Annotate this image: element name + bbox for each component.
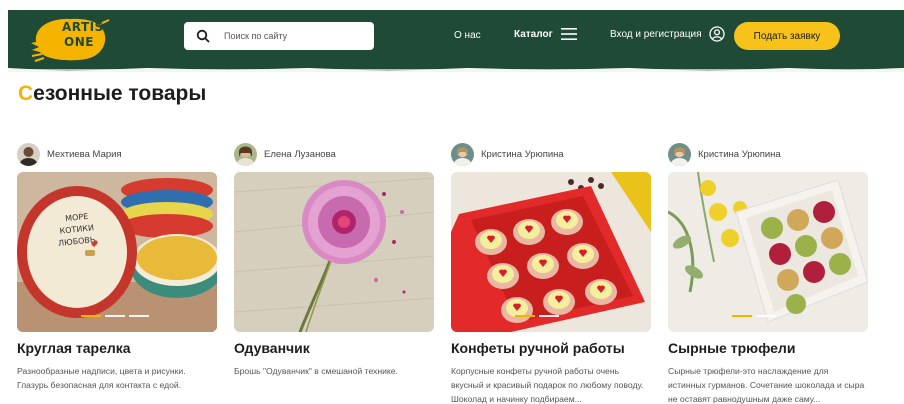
header-torn-edge bbox=[8, 66, 904, 72]
product-title[interactable]: Конфеты ручной работы bbox=[451, 340, 651, 356]
product-image[interactable] bbox=[668, 172, 868, 332]
logo[interactable]: ARTIS ONE bbox=[30, 12, 112, 66]
slider-dot[interactable] bbox=[515, 315, 535, 317]
nav-catalog-button[interactable]: Каталог bbox=[514, 28, 577, 40]
section-title-first-letter: С bbox=[18, 82, 34, 105]
card-author[interactable]: Кристина Урюпина bbox=[451, 142, 651, 166]
product-card[interactable]: Елена Лузанова Одуванчик Брошь "Одуванчи… bbox=[234, 142, 434, 404]
nav-catalog-label: Каталог bbox=[514, 28, 553, 40]
product-description: Разнообразные надписи, цвета и рисунки. … bbox=[17, 366, 186, 390]
section-title: Сезонные товары bbox=[18, 82, 206, 106]
image-slider-dots[interactable] bbox=[81, 315, 149, 317]
avatar bbox=[234, 142, 257, 166]
nav-login-link[interactable]: Вход и регистрация bbox=[610, 26, 725, 42]
search-input[interactable] bbox=[224, 31, 354, 41]
product-image[interactable] bbox=[234, 172, 434, 332]
slider-dot[interactable] bbox=[81, 315, 101, 317]
product-description: Сырные трюфели-это наслаждение для истин… bbox=[668, 366, 865, 404]
logo-text: ARTIS ONE bbox=[62, 20, 104, 49]
product-card[interactable]: Мехтиева Мария МОРЕ КОТИКИ ЛЮБОВЬ Кругла… bbox=[17, 142, 217, 404]
product-image[interactable] bbox=[451, 172, 651, 332]
product-card[interactable]: Кристина Урюпина Конфеты ручной работы К… bbox=[451, 142, 651, 404]
nav-link-about[interactable]: О нас bbox=[454, 30, 481, 41]
slider-dot[interactable] bbox=[732, 315, 752, 317]
card-author[interactable]: Елена Лузанова bbox=[234, 142, 434, 166]
product-title[interactable]: Круглая тарелка bbox=[17, 340, 217, 356]
avatar bbox=[668, 142, 691, 166]
site-header: ARTIS ONE О нас Каталог Вход и регистрац… bbox=[8, 10, 904, 68]
author-name: Кристина Урюпина bbox=[698, 148, 781, 160]
author-name: Мехтиева Мария bbox=[47, 148, 122, 160]
search-icon[interactable] bbox=[196, 29, 210, 43]
product-title[interactable]: Одуванчик bbox=[234, 340, 434, 356]
search-box[interactable] bbox=[184, 22, 374, 50]
image-slider-dots[interactable] bbox=[732, 315, 776, 317]
apply-button[interactable]: Подать заявку bbox=[734, 22, 840, 50]
product-card[interactable]: Кристина Урюпина Сырные трюфели Сырные т… bbox=[668, 142, 868, 404]
product-image[interactable]: МОРЕ КОТИКИ ЛЮБОВЬ bbox=[17, 172, 217, 332]
avatar bbox=[451, 142, 474, 166]
product-description: Брошь "Одуванчик" в смешаной технике. bbox=[234, 366, 398, 376]
slider-dot[interactable] bbox=[129, 315, 149, 317]
slider-dot[interactable] bbox=[756, 315, 776, 317]
image-slider-dots[interactable] bbox=[515, 315, 559, 317]
author-name: Елена Лузанова bbox=[264, 148, 336, 160]
product-description: Корпусные конфеты ручной работы очень вк… bbox=[451, 366, 644, 404]
section-title-rest: езонные товары bbox=[33, 82, 207, 105]
card-author[interactable]: Кристина Урюпина bbox=[668, 142, 868, 166]
slider-dot[interactable] bbox=[539, 315, 559, 317]
avatar bbox=[17, 142, 40, 166]
menu-icon bbox=[560, 28, 577, 40]
user-icon bbox=[708, 26, 725, 42]
nav-login-label: Вход и регистрация bbox=[610, 28, 702, 40]
slider-dot[interactable] bbox=[105, 315, 125, 317]
author-name: Кристина Урюпина bbox=[481, 148, 564, 160]
card-author[interactable]: Мехтиева Мария bbox=[17, 142, 217, 166]
product-title[interactable]: Сырные трюфели bbox=[668, 340, 868, 356]
